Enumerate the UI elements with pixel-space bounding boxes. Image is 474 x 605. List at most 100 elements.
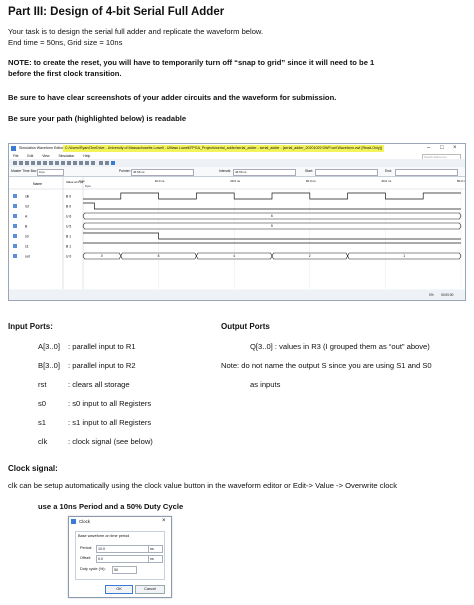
signal-name: A xyxy=(25,215,28,219)
interval-field: 46.56 ns xyxy=(233,169,296,176)
bus-value-label: 8 xyxy=(158,254,160,258)
signal-name: clk xyxy=(25,195,29,199)
status-bar: 0% 00:00:00 xyxy=(9,290,465,300)
end-label: End: xyxy=(385,169,392,173)
path-note: Be sure your path (highlighted below) is… xyxy=(8,114,187,123)
period-unit-select[interactable]: ns xyxy=(148,545,163,553)
signal-value: U 0 xyxy=(66,255,71,259)
weak-low-icon[interactable] xyxy=(73,161,77,165)
master-time-bar-field[interactable]: 0 ps xyxy=(37,169,64,176)
digital-wave xyxy=(83,192,461,200)
dont-care-icon[interactable] xyxy=(79,161,83,165)
offset-label: Offset: xyxy=(80,556,92,560)
offset-unit-select[interactable]: ns xyxy=(148,555,163,563)
clock-signal-text: clk can be setup automatically using the… xyxy=(8,481,398,490)
waveform-grid[interactable]: Name Value at 0 ps 0 ps 0 ps 10.0 ns 20.0 ns 3… xyxy=(9,177,467,289)
menu-help[interactable]: Help xyxy=(83,154,90,158)
signal-type-icon xyxy=(13,234,17,238)
minimize-icon[interactable]: – xyxy=(427,144,430,153)
group-radio-label[interactable]: Base waveform on time period xyxy=(78,534,129,538)
time-tick-label: 10.0 ns xyxy=(155,179,165,183)
screenshots-note: Be sure to have clear screenshots of you… xyxy=(8,93,337,102)
start-field xyxy=(315,169,378,176)
input-ports-heading: Input Ports: xyxy=(8,322,53,331)
window-titlebar: Simulation Waveform Editor C:/Users/Ryan… xyxy=(9,144,465,153)
time-tick-label: 0 ps xyxy=(79,179,85,183)
weak-high-icon[interactable] xyxy=(67,161,71,165)
signal-value: B 1 xyxy=(66,235,71,239)
menu-simulation[interactable]: Simulation xyxy=(58,154,74,158)
select-tool-icon[interactable] xyxy=(13,161,17,165)
zoom-tool-icon[interactable] xyxy=(19,161,23,165)
input-port-clk-name: clk xyxy=(38,437,48,446)
period-label: Period: xyxy=(80,546,93,550)
time-tick-label: 20.0 ns xyxy=(230,179,240,183)
signal-value: B 1 xyxy=(66,245,71,249)
unknown-icon[interactable] xyxy=(91,161,95,165)
close-icon[interactable]: × xyxy=(162,517,166,526)
output-port-q: Q[3..0] : values in R3 (I grouped them a… xyxy=(250,342,430,351)
ok-button[interactable]: OK xyxy=(105,585,133,594)
clock-dialog-group: Base waveform on time period Period: 10.… xyxy=(75,531,165,580)
end-field xyxy=(395,169,458,176)
signal-name: rst xyxy=(25,205,29,209)
note-line-1: NOTE: to create the reset, you will have… xyxy=(8,58,375,67)
time-tick-label: 30.0 ns xyxy=(306,179,316,183)
forcing-high-icon[interactable] xyxy=(37,161,41,165)
menu-view[interactable]: View xyxy=(42,154,49,158)
start-label: Start: xyxy=(305,169,314,173)
name-column-header: Name xyxy=(33,182,42,186)
signal-type-icon xyxy=(13,244,17,248)
app-icon xyxy=(11,146,16,151)
digital-wave xyxy=(83,202,461,210)
menu-edit[interactable]: Edit xyxy=(27,154,33,158)
time-bar: Master Time Bar: 0 ps Pointer: 46.56 ns … xyxy=(9,167,465,177)
page-title: Part III: Design of 4-bit Serial Full Ad… xyxy=(8,6,225,18)
clock-dialog-title: Clock xyxy=(79,519,90,524)
interval-label: Interval: xyxy=(219,169,232,173)
timing-simulation-icon[interactable] xyxy=(105,161,109,165)
input-port-s0-name: s0 xyxy=(38,399,47,408)
waveform-editor-window: Simulation Waveform Editor C:/Users/Ryan… xyxy=(8,143,467,301)
invert-icon[interactable] xyxy=(43,161,47,165)
signal-type-icon xyxy=(13,204,17,208)
period-input[interactable]: 10.0 xyxy=(96,545,149,553)
functional-simulation-icon[interactable] xyxy=(99,161,103,165)
overwrite-clock-icon[interactable] xyxy=(55,161,59,165)
high-impedance-icon[interactable] xyxy=(85,161,89,165)
signal-name: s0 xyxy=(25,235,29,239)
digital-wave xyxy=(83,232,461,240)
close-icon[interactable]: × xyxy=(453,144,457,153)
signal-type-icon xyxy=(13,214,17,218)
signal-name: B xyxy=(25,225,28,229)
bus-value-label: 4 xyxy=(233,254,235,258)
cancel-button[interactable]: Cancel xyxy=(135,585,165,594)
time-tick-label: 50.0 ns xyxy=(457,179,465,183)
bus-value-label: 1 xyxy=(403,254,405,258)
signal-type-icon xyxy=(13,194,17,198)
waveform-canvas[interactable]: Name Value at 0 ps0 ps0 ps 10.0 ns 20.0 ns 3… xyxy=(9,177,467,289)
maximize-icon[interactable]: □ xyxy=(440,144,444,153)
random-value-icon[interactable] xyxy=(49,161,53,165)
netlist-icon[interactable] xyxy=(111,161,115,165)
input-port-b-desc: : parallel input to R2 xyxy=(68,361,136,370)
count-value-icon[interactable] xyxy=(25,161,29,165)
intro-line-2: End time = 50ns, Grid size = 10ns xyxy=(8,38,123,47)
signal-value: U 5 xyxy=(66,225,71,229)
output-note-cont: as inputs xyxy=(250,380,281,389)
offset-input[interactable]: 0.0 xyxy=(96,555,149,563)
status-zoom: 0% xyxy=(429,293,434,297)
bus-value-label: 0 xyxy=(101,254,103,258)
output-note: Note: do not name the output S since you… xyxy=(221,361,432,370)
input-port-s0-desc: : s0 input to all Registers xyxy=(68,399,152,408)
forcing-low-icon[interactable] xyxy=(31,161,35,165)
input-port-a-name: A[3..0] xyxy=(38,342,60,351)
clock-dialog-icon xyxy=(71,519,76,524)
clock-dialog: Clock × Base waveform on time period Per… xyxy=(68,516,172,598)
duty-cycle-spinner[interactable]: 50 xyxy=(112,566,137,574)
note-line-2: before the first clock transition. xyxy=(8,69,122,78)
time-tick-label: 40.0 ns xyxy=(381,179,391,183)
arbitrary-value-icon[interactable] xyxy=(61,161,65,165)
clock-signal-heading: Clock signal: xyxy=(8,464,58,473)
menu-file[interactable]: File xyxy=(13,154,18,158)
